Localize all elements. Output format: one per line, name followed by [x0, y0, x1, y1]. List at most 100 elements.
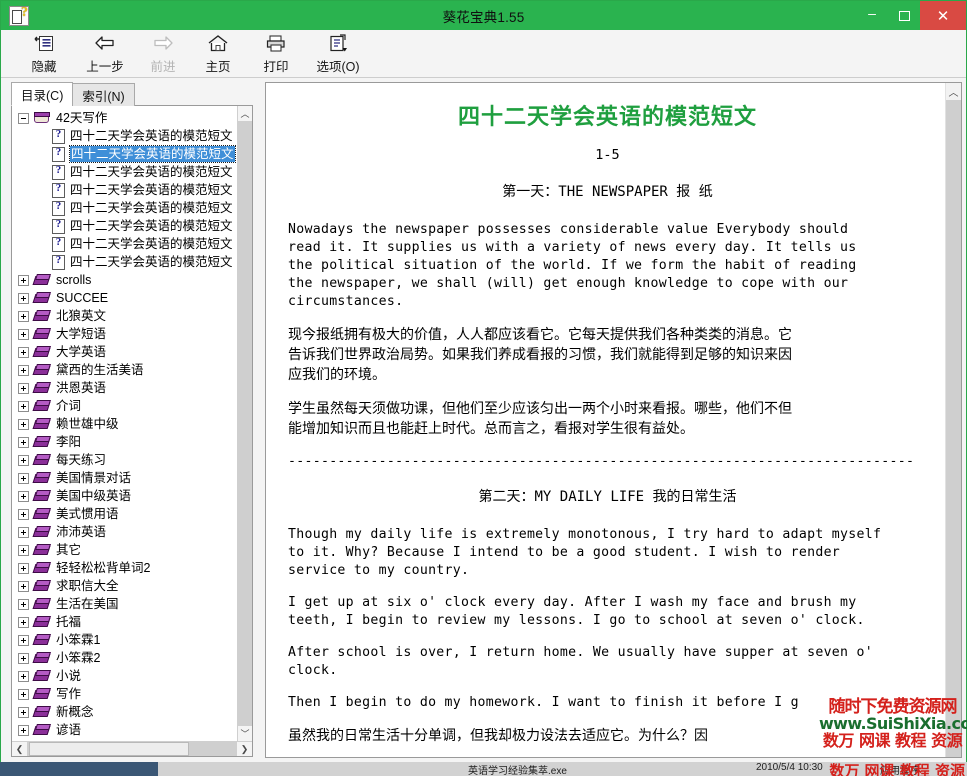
expand-icon[interactable]	[18, 382, 29, 394]
expand-icon[interactable]	[18, 418, 29, 430]
contents-tree: 42天写作四十二天学会英语的模范短文四十二天学会英语的模范短文四十二天学会英语的…	[11, 105, 253, 757]
tree-item[interactable]: 轻轻松松背单词2	[14, 559, 237, 577]
tree-item[interactable]: 沛沛英语	[14, 523, 237, 541]
tree-vertical-scrollbar[interactable]: ︿ ﹀	[237, 106, 252, 741]
expand-icon[interactable]	[18, 706, 29, 718]
document-paragraph: 现今报纸拥有极大的价值，人人都应该看它。它每天提供我们各种类类的消息。它 告诉我…	[288, 327, 792, 383]
expand-icon[interactable]	[18, 490, 29, 502]
tree-hscroll-thumb[interactable]	[29, 742, 189, 756]
expand-icon[interactable]	[18, 724, 29, 736]
toolbar-button-options[interactable]: 选项(O)	[305, 30, 371, 75]
tree-horizontal-scrollbar[interactable]: ❮ ❯	[12, 741, 252, 756]
expand-icon[interactable]	[18, 472, 29, 484]
tree-hscroll-track[interactable]	[189, 742, 237, 756]
document-scroll-track[interactable]	[946, 100, 961, 757]
collapse-icon[interactable]	[18, 112, 29, 124]
tree-item[interactable]: 四十二天学会英语的模范短文	[14, 235, 237, 253]
tree-scroll-track[interactable]	[238, 121, 252, 726]
tree-item[interactable]: 谚语	[14, 721, 237, 739]
tree-item[interactable]: 四十二天学会英语的模范短文	[14, 253, 237, 271]
expand-icon[interactable]	[18, 544, 29, 556]
toolbar-button-print[interactable]: 打印	[247, 30, 305, 75]
expand-icon[interactable]	[18, 616, 29, 628]
tree-item[interactable]: 四十二天学会英语的模范短文	[14, 163, 237, 181]
tree-item[interactable]: 42天写作	[14, 109, 237, 127]
tree-item[interactable]: 黛西的生活美语	[14, 361, 237, 379]
expand-icon[interactable]	[18, 652, 29, 664]
document-blocks: 第一天：THE NEWSPAPER 报 纸 Nowadays the newspa…	[288, 181, 927, 746]
expand-icon[interactable]	[18, 274, 29, 286]
tree-item[interactable]: SUCCEE	[14, 289, 237, 307]
tree-item[interactable]: 写作	[14, 685, 237, 703]
expand-icon[interactable]	[18, 670, 29, 682]
options-icon	[327, 32, 349, 55]
tree-item[interactable]: 大学英语	[14, 343, 237, 361]
tree-item[interactable]: 四十二天学会英语的模范短文	[14, 199, 237, 217]
tree-item[interactable]: 小笨霖2	[14, 649, 237, 667]
document-vertical-scrollbar[interactable]: ︿	[945, 83, 961, 757]
tree-item[interactable]: 小说	[14, 667, 237, 685]
tree-scroll-left-icon[interactable]: ❮	[12, 742, 27, 756]
taskbar-file-row[interactable]: 英语学习经验集萃.exe 2010/5/4 10:30 应用程序 数万 网课 教…	[158, 762, 967, 776]
taskbar-strip: 英语学习经验集萃.exe 2010/5/4 10:30 应用程序 数万 网课 教…	[0, 762, 967, 776]
expand-icon[interactable]	[18, 526, 29, 538]
tree-item[interactable]: 四十二天学会英语的模范短文	[14, 145, 237, 163]
tree-item[interactable]: 每天练习	[14, 451, 237, 469]
expand-icon[interactable]	[18, 562, 29, 574]
tree-item[interactable]: 托福	[14, 613, 237, 631]
help-page-icon	[52, 182, 65, 198]
toolbar-button-home[interactable]: 主页	[189, 30, 247, 75]
tree-scroll-down-icon[interactable]: ﹀	[238, 726, 252, 741]
tree-item[interactable]: 求职信大全	[14, 577, 237, 595]
tree-item[interactable]: 新概念	[14, 703, 237, 721]
tree-item-label: SUCCEE	[56, 291, 109, 305]
minimize-button[interactable]: –	[856, 1, 888, 30]
tree-item[interactable]: 北狼英文	[14, 307, 237, 325]
tree-item[interactable]: 李阳	[14, 433, 237, 451]
document-scroll-up-icon[interactable]: ︿	[946, 83, 961, 100]
expand-icon[interactable]	[18, 310, 29, 322]
tree-item[interactable]: 四十二天学会英语的模范短文	[14, 127, 237, 145]
tree-item-label: 四十二天学会英语的模范短文	[70, 165, 233, 179]
document-body: 四十二天学会英语的模范短文 1-5 第一天：THE NEWSPAPER 报 纸 N…	[266, 83, 945, 757]
tree-item[interactable]: 其它	[14, 541, 237, 559]
tab-contents[interactable]: 目录(C)	[11, 82, 74, 106]
toolbar-button-back[interactable]: 上一步	[73, 30, 137, 75]
expand-icon[interactable]	[18, 346, 29, 358]
expand-icon[interactable]	[18, 436, 29, 448]
expand-icon[interactable]	[18, 580, 29, 592]
tree-item[interactable]: 美式惯用语	[14, 505, 237, 523]
tree-scroll-up-icon[interactable]: ︿	[238, 106, 252, 121]
window-title: 葵花宝典1.55	[442, 9, 525, 25]
expand-icon[interactable]	[18, 292, 29, 304]
expand-icon[interactable]	[18, 634, 29, 646]
expand-icon[interactable]	[18, 508, 29, 520]
tree-item[interactable]: 美国情景对话	[14, 469, 237, 487]
tree-item[interactable]: 美国中级英语	[14, 487, 237, 505]
tree-item[interactable]: 四十二天学会英语的模范短文	[14, 181, 237, 199]
expand-icon[interactable]	[18, 454, 29, 466]
expand-icon[interactable]	[18, 328, 29, 340]
tree-item[interactable]: 大学短语	[14, 325, 237, 343]
tree-item[interactable]: scrolls	[14, 271, 237, 289]
expand-icon[interactable]	[18, 688, 29, 700]
tab-index[interactable]: 索引(N)	[72, 83, 135, 106]
tree-item[interactable]: 赖世雄中级	[14, 415, 237, 433]
tree-item[interactable]: 四十二天学会英语的模范短文	[14, 217, 237, 235]
document-paragraph: 学生虽然每天须做功课，但他们至少应该匀出一两个小时来看报。哪些，他们不但 能增加…	[288, 401, 792, 437]
book-icon	[32, 489, 51, 503]
expand-icon[interactable]	[18, 400, 29, 412]
toolbar-button-hide[interactable]: 隐藏	[15, 30, 73, 75]
expand-icon[interactable]	[18, 598, 29, 610]
book-icon	[32, 471, 51, 485]
help-page-icon	[52, 146, 65, 162]
tree-item[interactable]: 小笨霖1	[14, 631, 237, 649]
close-button[interactable]: ✕	[920, 1, 966, 30]
tree-item[interactable]: 生活在美国	[14, 595, 237, 613]
tree-item[interactable]: 洪恩英语	[14, 379, 237, 397]
tree-scroll-right-icon[interactable]: ❯	[237, 742, 252, 756]
expand-icon[interactable]	[18, 364, 29, 376]
forward-arrow-svg	[154, 36, 173, 50]
tree-item[interactable]: 介词	[14, 397, 237, 415]
maximize-button[interactable]	[888, 1, 920, 30]
